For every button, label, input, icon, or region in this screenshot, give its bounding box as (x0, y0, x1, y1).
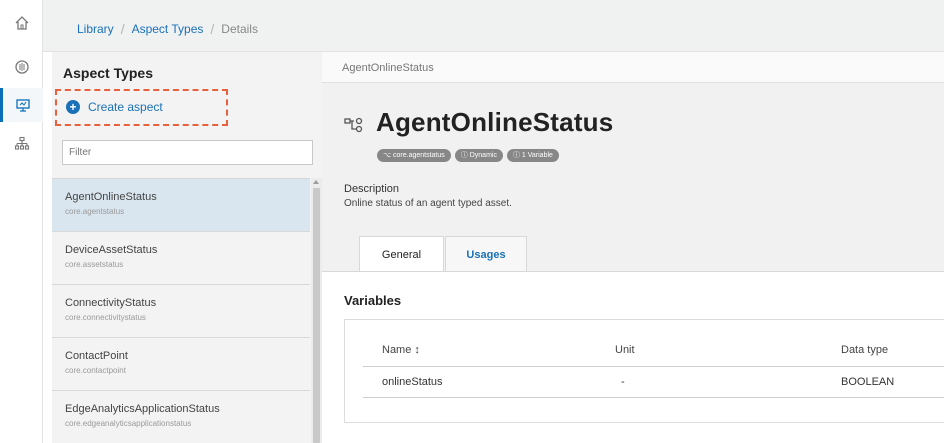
details-header-bar: AgentOnlineStatus (322, 52, 944, 83)
item-name: EdgeAnalyticsApplicationStatus (65, 403, 220, 415)
breadcrumb-aspect-types[interactable]: Aspect Types (132, 22, 204, 36)
breadcrumb-separator: / (210, 21, 215, 37)
list-item[interactable]: DeviceAssetStatus core.assetstatus (52, 232, 310, 285)
monitor-icon (16, 99, 30, 112)
item-id: core.contactpoint (65, 366, 126, 375)
variables-table: Name ↕ Unit Data type onlineStatus - BOO… (344, 319, 944, 423)
hierarchy-nav[interactable] (0, 127, 43, 161)
create-aspect-button[interactable]: + Create aspect (66, 100, 163, 114)
header-divider (363, 366, 944, 367)
item-name: ConnectivityStatus (65, 297, 157, 309)
scroll-thumb[interactable] (313, 188, 320, 443)
panel-title: Aspect Types (63, 65, 153, 81)
item-id: core.edgeanalyticsapplicationstatus (65, 419, 192, 428)
processor-icon (14, 60, 29, 74)
list-item[interactable]: ContactPoint core.contactpoint (52, 338, 310, 391)
scroll-up-arrow-icon[interactable] (313, 180, 319, 184)
hierarchy-icon (14, 136, 29, 150)
variable-count-badge: ⓘ 1 Variable (506, 149, 559, 162)
item-name: ContactPoint (65, 350, 128, 362)
breadcrumb-separator: / (120, 21, 125, 37)
aspect-list: AgentOnlineStatus core.agentstatus Devic… (52, 178, 310, 443)
description-text: Online status of an agent typed asset. (344, 198, 512, 209)
badge-row: ⌥ core.agentstatus ⓘ Dynamic ⓘ 1 Variabl… (377, 149, 563, 162)
item-id: core.connectivitystatus (65, 313, 146, 322)
aspect-types-panel: Aspect Types + Create aspect AgentOnline… (52, 52, 322, 443)
asset-manager-nav[interactable] (0, 88, 43, 122)
list-scrollbar[interactable] (311, 178, 322, 443)
aspect-type-icon (344, 117, 363, 132)
row-divider (363, 397, 944, 398)
column-header-data-type: Data type (841, 344, 889, 356)
variables-title: Variables (344, 293, 402, 308)
cell-data-type: BOOLEAN (841, 376, 895, 388)
description-label: Description (344, 183, 400, 195)
list-item[interactable]: AgentOnlineStatus core.agentstatus (52, 179, 310, 232)
create-aspect-highlight: + Create aspect (55, 89, 228, 126)
breadcrumb-library[interactable]: Library (77, 22, 114, 36)
home-icon (15, 16, 28, 30)
breadcrumb: Library / Aspect Types / Details (77, 21, 258, 37)
item-name: AgentOnlineStatus (65, 191, 157, 203)
breadcrumb-details: Details (221, 22, 258, 36)
icon-rail (0, 0, 43, 443)
aspect-header: AgentOnlineStatus (344, 107, 613, 138)
item-id: core.agentstatus (65, 207, 125, 216)
id-badge: ⌥ core.agentstatus (377, 149, 451, 162)
list-item[interactable]: ConnectivityStatus core.connectivitystat… (52, 285, 310, 338)
tab-general[interactable]: General (359, 236, 444, 272)
tab-usages[interactable]: Usages (445, 236, 527, 272)
column-header-name[interactable]: Name ↕ (382, 344, 420, 356)
dynamic-badge: ⓘ Dynamic (454, 149, 503, 162)
processor-nav[interactable] (0, 50, 43, 84)
filter-input[interactable] (62, 140, 313, 165)
cell-unit: - (621, 376, 625, 388)
page-title: AgentOnlineStatus (376, 107, 614, 137)
tab-content: Variables Name ↕ Unit Data type onlineSt… (322, 271, 944, 443)
item-id: core.assetstatus (65, 260, 124, 269)
list-item[interactable]: EdgeAnalyticsApplicationStatus core.edge… (52, 391, 310, 443)
breadcrumb-bar: Library / Aspect Types / Details (43, 0, 944, 52)
details-header-title: AgentOnlineStatus (342, 62, 434, 74)
column-header-unit: Unit (615, 344, 635, 356)
item-name: DeviceAssetStatus (65, 244, 158, 256)
cell-name: onlineStatus (382, 376, 443, 388)
details-pane: AgentOnlineStatus AgentOnlineStatus ⌥ co… (322, 52, 944, 443)
create-aspect-label: Create aspect (88, 100, 163, 114)
home-nav[interactable] (0, 6, 43, 40)
plus-circle-icon: + (66, 100, 80, 114)
